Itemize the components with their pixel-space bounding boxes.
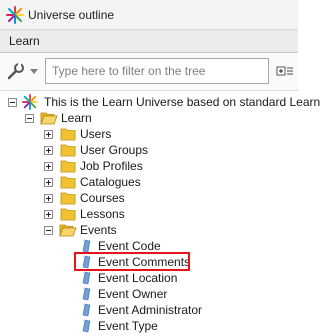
universe-header-label: Learn [9, 34, 40, 48]
tree-node-object[interactable]: Event Administrator [0, 302, 220, 318]
dimension-object-icon [82, 239, 91, 253]
tree-node-folder[interactable]: Lessons [0, 206, 200, 222]
folder-icon [60, 176, 76, 189]
tree-node-label: Courses [80, 191, 125, 205]
folder-icon [60, 128, 76, 141]
tree-node-label: Event Owner [98, 287, 168, 301]
expand-icon[interactable] [44, 146, 53, 155]
tree-node-label: Event Code [98, 239, 161, 253]
tree-node-folder[interactable]: Courses [0, 190, 200, 206]
folder-icon [60, 192, 76, 205]
tree-node-label: User Groups [80, 143, 149, 157]
tree-node-folder[interactable]: User Groups [0, 142, 200, 158]
expand-icon[interactable] [44, 210, 53, 219]
chevron-down-icon [30, 69, 38, 74]
tree-node-events[interactable]: Events [0, 222, 200, 238]
tree-filter-input[interactable] [45, 58, 269, 84]
tree-node-label: Learn [61, 111, 92, 125]
tree-node-label: Event Administrator [98, 303, 203, 317]
tree-node-learn[interactable]: Learn [0, 110, 200, 126]
window-title: Universe outline [28, 8, 115, 22]
tree-node-label: This is the Learn Universe based on stan… [44, 95, 320, 109]
universe-tree: This is the Learn Universe based on stan… [0, 91, 320, 336]
tools-dropdown-button[interactable] [6, 62, 42, 82]
open-folder-icon [40, 112, 58, 125]
tree-node-label: Events [80, 223, 117, 237]
wrench-icon [7, 63, 24, 80]
universe-header: Learn [0, 30, 298, 53]
tree-node-object[interactable]: Event Location [0, 270, 220, 286]
tree-node-label: Job Profiles [80, 159, 143, 173]
expand-all-icon[interactable] [276, 63, 294, 79]
highlight-box [74, 252, 190, 271]
title-bar: Universe outline [0, 0, 298, 30]
tree-node-label: Lessons [80, 207, 125, 221]
expand-icon[interactable] [44, 178, 53, 187]
tree-node-label: Catalogues [80, 175, 141, 189]
tree-node-root[interactable]: This is the Learn Universe based on stan… [0, 94, 320, 110]
tree-node-label: Event Location [98, 271, 178, 285]
tree-node-object[interactable]: Event Type [0, 318, 220, 334]
tree-node-folder[interactable]: Catalogues [0, 174, 200, 190]
collapse-icon[interactable] [44, 226, 53, 235]
tree-node-label: Event Type [98, 319, 158, 333]
open-folder-icon [59, 224, 77, 237]
dimension-object-icon [82, 303, 91, 317]
tree-node-object[interactable]: Event Owner [0, 286, 220, 302]
collapse-icon[interactable] [8, 98, 17, 107]
dimension-object-icon [82, 319, 91, 333]
folder-icon [60, 160, 76, 173]
expand-icon[interactable] [44, 194, 53, 203]
tree-node-folder[interactable]: Users [0, 126, 200, 142]
expand-icon[interactable] [44, 130, 53, 139]
folder-icon [60, 144, 76, 157]
expand-icon[interactable] [44, 162, 53, 171]
dimension-object-icon [82, 287, 91, 301]
dimension-object-icon [82, 271, 91, 285]
tree-node-label: Users [80, 127, 112, 141]
universe-icon [22, 94, 38, 110]
tree-node-folder[interactable]: Job Profiles [0, 158, 200, 174]
universe-logo-icon [6, 6, 24, 24]
collapse-icon[interactable] [25, 114, 34, 123]
folder-icon [60, 208, 76, 221]
